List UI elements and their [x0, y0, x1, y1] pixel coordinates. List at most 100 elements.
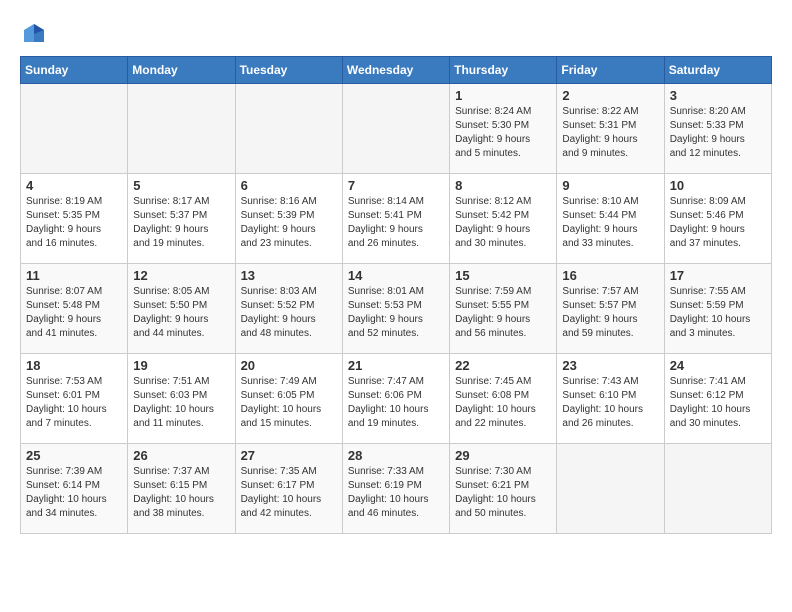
day-info: Sunrise: 7:59 AM Sunset: 5:55 PM Dayligh… — [455, 285, 551, 341]
day-info: Sunrise: 7:41 AM Sunset: 6:12 PM Dayligh… — [670, 375, 766, 431]
calendar-cell — [21, 84, 128, 174]
header-day-sunday: Sunday — [21, 57, 128, 84]
day-info: Sunrise: 8:01 AM Sunset: 5:53 PM Dayligh… — [348, 285, 444, 341]
day-number: 23 — [562, 358, 658, 373]
calendar-week-row: 25 Sunrise: 7:39 AM Sunset: 6:14 PM Dayli… — [21, 444, 772, 534]
day-number: 4 — [26, 178, 122, 193]
calendar-cell: 16Sunrise: 7:57 AM Sunset: 5:57 PM Dayli… — [557, 264, 664, 354]
day-info: Sunrise: 8:19 AM Sunset: 5:35 PM Dayligh… — [26, 195, 122, 251]
calendar-week-row: 18 Sunrise: 7:53 AM Sunset: 6:01 PM Dayli… — [21, 354, 772, 444]
calendar-cell: 8 Sunrise: 8:12 AM Sunset: 5:42 PM Daylig… — [450, 174, 557, 264]
day-number: 28 — [348, 448, 444, 463]
day-info: Sunrise: 8:22 AM Sunset: 5:31 PM Dayligh… — [562, 105, 658, 161]
day-number: 9 — [562, 178, 658, 193]
calendar-header-row: SundayMondayTuesdayWednesdayThursdayFrid… — [21, 57, 772, 84]
day-number: 11 — [26, 268, 122, 283]
day-number: 25 — [26, 448, 122, 463]
day-number: 22 — [455, 358, 551, 373]
day-info: Sunrise: 8:16 AM Sunset: 5:39 PM Dayligh… — [241, 195, 337, 251]
day-info: Sunrise: 8:09 AM Sunset: 5:46 PM Dayligh… — [670, 195, 766, 251]
calendar-cell: 24 Sunrise: 7:41 AM Sunset: 6:12 PM Dayli… — [664, 354, 771, 444]
day-number: 8 — [455, 178, 551, 193]
day-info: Sunrise: 7:39 AM Sunset: 6:14 PM Dayligh… — [26, 465, 122, 521]
calendar-cell: 15 Sunrise: 7:59 AM Sunset: 5:55 PM Dayli… — [450, 264, 557, 354]
day-number: 13 — [241, 268, 337, 283]
calendar-cell: 19 Sunrise: 7:51 AM Sunset: 6:03 PM Dayli… — [128, 354, 235, 444]
page-header — [20, 16, 772, 48]
day-number: 26 — [133, 448, 229, 463]
logo-icon — [20, 20, 48, 48]
day-info: Sunrise: 7:55 AM Sunset: 5:59 PM Dayligh… — [670, 285, 766, 341]
calendar-table: SundayMondayTuesdayWednesdayThursdayFrid… — [20, 56, 772, 534]
calendar-cell: 27 Sunrise: 7:35 AM Sunset: 6:17 PM Dayli… — [235, 444, 342, 534]
calendar-cell: 17 Sunrise: 7:55 AM Sunset: 5:59 PM Dayli… — [664, 264, 771, 354]
calendar-cell: 10 Sunrise: 8:09 AM Sunset: 5:46 PM Dayli… — [664, 174, 771, 264]
day-info: Sunrise: 7:51 AM Sunset: 6:03 PM Dayligh… — [133, 375, 229, 431]
calendar-cell: 29 Sunrise: 7:30 AM Sunset: 6:21 PM Dayli… — [450, 444, 557, 534]
calendar-cell: 22 Sunrise: 7:45 AM Sunset: 6:08 PM Dayli… — [450, 354, 557, 444]
day-number: 21 — [348, 358, 444, 373]
calendar-cell: 12 Sunrise: 8:05 AM Sunset: 5:50 PM Dayli… — [128, 264, 235, 354]
day-info: Sunrise: 7:35 AM Sunset: 6:17 PM Dayligh… — [241, 465, 337, 521]
header-day-wednesday: Wednesday — [342, 57, 449, 84]
calendar-cell — [557, 444, 664, 534]
calendar-cell: 13 Sunrise: 8:03 AM Sunset: 5:52 PM Dayli… — [235, 264, 342, 354]
day-info: Sunrise: 8:07 AM Sunset: 5:48 PM Dayligh… — [26, 285, 122, 341]
day-number: 20 — [241, 358, 337, 373]
day-number: 14 — [348, 268, 444, 283]
day-info: Sunrise: 7:45 AM Sunset: 6:08 PM Dayligh… — [455, 375, 551, 431]
day-number: 16 — [562, 268, 658, 283]
day-info: Sunrise: 8:12 AM Sunset: 5:42 PM Dayligh… — [455, 195, 551, 251]
calendar-cell: 11 Sunrise: 8:07 AM Sunset: 5:48 PM Dayli… — [21, 264, 128, 354]
day-number: 24 — [670, 358, 766, 373]
day-info: Sunrise: 8:20 AM Sunset: 5:33 PM Dayligh… — [670, 105, 766, 161]
day-info: Sunrise: 7:49 AM Sunset: 6:05 PM Dayligh… — [241, 375, 337, 431]
day-number: 18 — [26, 358, 122, 373]
logo — [20, 20, 50, 48]
calendar-cell: 14 Sunrise: 8:01 AM Sunset: 5:53 PM Dayli… — [342, 264, 449, 354]
calendar-cell: 23Sunrise: 7:43 AM Sunset: 6:10 PM Dayli… — [557, 354, 664, 444]
calendar-cell — [664, 444, 771, 534]
day-number: 1 — [455, 88, 551, 103]
calendar-cell: 26 Sunrise: 7:37 AM Sunset: 6:15 PM Dayli… — [128, 444, 235, 534]
calendar-cell — [235, 84, 342, 174]
calendar-cell: 6 Sunrise: 8:16 AM Sunset: 5:39 PM Daylig… — [235, 174, 342, 264]
calendar-cell: 20 Sunrise: 7:49 AM Sunset: 6:05 PM Dayli… — [235, 354, 342, 444]
day-number: 17 — [670, 268, 766, 283]
day-number: 2 — [562, 88, 658, 103]
day-info: Sunrise: 8:24 AM Sunset: 5:30 PM Dayligh… — [455, 105, 551, 161]
header-day-saturday: Saturday — [664, 57, 771, 84]
day-number: 12 — [133, 268, 229, 283]
day-info: Sunrise: 7:53 AM Sunset: 6:01 PM Dayligh… — [26, 375, 122, 431]
calendar-cell: 18 Sunrise: 7:53 AM Sunset: 6:01 PM Dayli… — [21, 354, 128, 444]
day-number: 3 — [670, 88, 766, 103]
day-info: Sunrise: 8:10 AM Sunset: 5:44 PM Dayligh… — [562, 195, 658, 251]
day-number: 5 — [133, 178, 229, 193]
calendar-cell: 25 Sunrise: 7:39 AM Sunset: 6:14 PM Dayli… — [21, 444, 128, 534]
calendar-cell: 1 Sunrise: 8:24 AM Sunset: 5:30 PM Daylig… — [450, 84, 557, 174]
day-number: 15 — [455, 268, 551, 283]
day-number: 10 — [670, 178, 766, 193]
header-day-tuesday: Tuesday — [235, 57, 342, 84]
day-info: Sunrise: 7:37 AM Sunset: 6:15 PM Dayligh… — [133, 465, 229, 521]
calendar-week-row: 4 Sunrise: 8:19 AM Sunset: 5:35 PM Daylig… — [21, 174, 772, 264]
calendar-cell — [128, 84, 235, 174]
day-info: Sunrise: 7:33 AM Sunset: 6:19 PM Dayligh… — [348, 465, 444, 521]
calendar-cell: 5 Sunrise: 8:17 AM Sunset: 5:37 PM Daylig… — [128, 174, 235, 264]
day-number: 27 — [241, 448, 337, 463]
day-number: 6 — [241, 178, 337, 193]
day-number: 29 — [455, 448, 551, 463]
header-day-friday: Friday — [557, 57, 664, 84]
header-day-monday: Monday — [128, 57, 235, 84]
calendar-cell: 2 Sunrise: 8:22 AM Sunset: 5:31 PM Daylig… — [557, 84, 664, 174]
day-number: 7 — [348, 178, 444, 193]
day-number: 19 — [133, 358, 229, 373]
calendar-cell: 9 Sunrise: 8:10 AM Sunset: 5:44 PM Daylig… — [557, 174, 664, 264]
day-info: Sunrise: 8:03 AM Sunset: 5:52 PM Dayligh… — [241, 285, 337, 341]
day-info: Sunrise: 8:17 AM Sunset: 5:37 PM Dayligh… — [133, 195, 229, 251]
calendar-cell: 4 Sunrise: 8:19 AM Sunset: 5:35 PM Daylig… — [21, 174, 128, 264]
day-info: Sunrise: 7:30 AM Sunset: 6:21 PM Dayligh… — [455, 465, 551, 521]
day-info: Sunrise: 8:14 AM Sunset: 5:41 PM Dayligh… — [348, 195, 444, 251]
day-info: Sunrise: 8:05 AM Sunset: 5:50 PM Dayligh… — [133, 285, 229, 341]
calendar-cell: 21Sunrise: 7:47 AM Sunset: 6:06 PM Dayli… — [342, 354, 449, 444]
